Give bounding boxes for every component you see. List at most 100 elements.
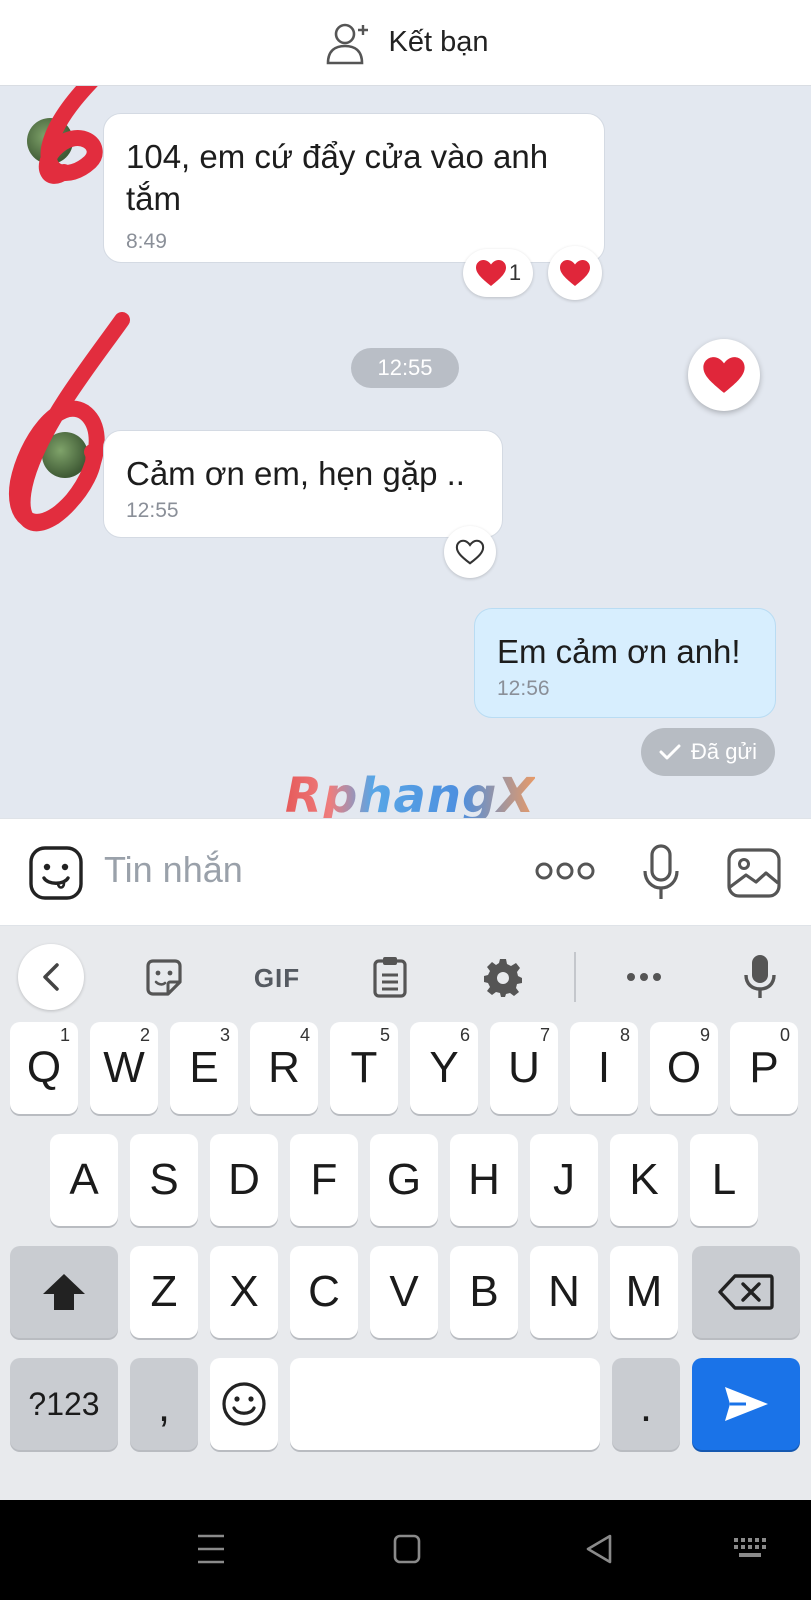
key-r[interactable]: R4: [250, 1022, 318, 1114]
key-i[interactable]: I8: [570, 1022, 638, 1114]
menu-nav-button[interactable]: [196, 1532, 226, 1571]
reaction-count: 1: [508, 260, 522, 285]
heart-icon: [475, 260, 506, 286]
message-bubble[interactable]: Cảm ơn em, hẹn gặp .. 12:55: [103, 430, 503, 538]
message-text: 104, em cứ đẩy cửa vào anh tắm: [126, 138, 549, 217]
sent-status-badge: Đã gửi: [641, 728, 775, 776]
key-n[interactable]: N: [530, 1246, 598, 1338]
gear-icon: [484, 959, 522, 997]
key-a[interactable]: A: [50, 1134, 118, 1226]
message-input[interactable]: Tin nhắn: [104, 849, 243, 891]
message-time: 12:55: [126, 499, 179, 522]
microphone-icon: [744, 955, 776, 998]
react-heart-button[interactable]: [548, 246, 602, 300]
key-c[interactable]: C: [290, 1246, 358, 1338]
send-arrow-icon: [725, 1387, 768, 1421]
keyboard-back-button[interactable]: [18, 944, 84, 1010]
keyboard-voice-button[interactable]: [740, 952, 780, 1002]
heart-icon: [703, 357, 745, 393]
symbols-key[interactable]: ?123: [10, 1358, 118, 1450]
emoji-key[interactable]: [210, 1358, 278, 1450]
reaction-count-badge[interactable]: 1: [463, 249, 533, 297]
gif-button[interactable]: GIF: [250, 960, 304, 996]
home-square-icon: [393, 1534, 421, 1564]
key-d[interactable]: D: [210, 1134, 278, 1226]
key-f[interactable]: F: [290, 1134, 358, 1226]
message-bubble-sent[interactable]: Em cảm ơn anh! 12:56: [474, 608, 776, 718]
add-friend-button[interactable]: Kết bạn: [323, 19, 489, 67]
toolbar-divider: [574, 952, 576, 1002]
key-y[interactable]: Y6: [410, 1022, 478, 1114]
quick-heart-button[interactable]: [688, 339, 760, 411]
keyboard-hide-button[interactable]: [732, 1532, 768, 1571]
backspace-icon: [718, 1274, 774, 1310]
clipboard-icon: [373, 957, 407, 998]
key-t[interactable]: T5: [330, 1022, 398, 1114]
key-b[interactable]: B: [450, 1246, 518, 1338]
key-l[interactable]: L: [690, 1134, 758, 1226]
space-bar[interactable]: [290, 1358, 600, 1450]
watermark-logo: RphangX: [285, 768, 535, 818]
sticker-button[interactable]: [142, 956, 186, 1000]
keyboard-icon: [734, 1538, 766, 1557]
comma-key[interactable]: ,: [130, 1358, 198, 1450]
keyboard-toolbar: GIF: [0, 926, 811, 1026]
check-icon: [659, 744, 681, 760]
key-w[interactable]: W2: [90, 1022, 158, 1114]
keyboard-more-button[interactable]: [626, 970, 662, 984]
key-j[interactable]: J: [530, 1134, 598, 1226]
send-key[interactable]: [692, 1358, 800, 1450]
key-z[interactable]: Z: [130, 1246, 198, 1338]
image-icon: [727, 848, 781, 898]
key-m[interactable]: M: [610, 1246, 678, 1338]
smiley-icon: [222, 1382, 266, 1426]
key-g[interactable]: G: [370, 1134, 438, 1226]
more-horizontal-icon: [627, 973, 661, 981]
back-triangle-icon: [586, 1534, 612, 1564]
keyboard-settings-button[interactable]: [482, 956, 524, 998]
backspace-key[interactable]: [692, 1246, 800, 1338]
more-dots-icon: [535, 862, 595, 880]
clipboard-button[interactable]: [370, 954, 410, 1000]
system-nav-bar: [0, 1500, 811, 1600]
chat-area[interactable]: 104, em cứ đẩy cửa vào anh tắm 8:49 1 12…: [0, 86, 811, 818]
menu-lines-icon: [198, 1534, 224, 1564]
react-heart-button[interactable]: [444, 526, 496, 578]
voice-message-button[interactable]: [642, 843, 680, 908]
key-p[interactable]: P0: [730, 1022, 798, 1114]
shift-arrow-icon: [43, 1274, 85, 1310]
key-s[interactable]: S: [130, 1134, 198, 1226]
sticker-icon: [146, 959, 182, 996]
more-options-button[interactable]: [534, 859, 596, 888]
sent-status-label: Đã gửi: [690, 739, 758, 764]
key-e[interactable]: E3: [170, 1022, 238, 1114]
key-h[interactable]: H: [450, 1134, 518, 1226]
message-time: 12:56: [497, 677, 550, 700]
back-nav-button[interactable]: [584, 1532, 614, 1571]
key-o[interactable]: O9: [650, 1022, 718, 1114]
on-screen-keyboard: GIF Q1 W2 E3 R4 T 5 Y 6 U 7 I 8 O 9 P 0 …: [0, 926, 811, 1500]
key-u[interactable]: U7: [490, 1022, 558, 1114]
sticker-smile-icon: [29, 846, 83, 900]
gallery-button[interactable]: [726, 847, 782, 904]
key-x[interactable]: X: [210, 1246, 278, 1338]
time-separator: 12:55: [351, 348, 459, 388]
home-nav-button[interactable]: [392, 1532, 422, 1571]
add-user-icon: [326, 23, 368, 64]
heart-icon: [560, 260, 590, 286]
message-text: Cảm ơn em, hẹn gặp ..: [126, 455, 465, 492]
period-key[interactable]: .: [612, 1358, 680, 1450]
header-bar: Kết bạn: [0, 0, 811, 86]
heart-outline-icon: [455, 539, 485, 565]
key-q[interactable]: Q1: [10, 1022, 78, 1114]
microphone-icon: [643, 844, 679, 899]
message-bubble[interactable]: 104, em cứ đẩy cửa vào anh tắm 8:49: [103, 113, 605, 263]
key-v[interactable]: V: [370, 1246, 438, 1338]
add-friend-label: Kết bạn: [388, 26, 489, 58]
key-k[interactable]: K: [610, 1134, 678, 1226]
shift-key[interactable]: [10, 1246, 118, 1338]
message-composer: Tin nhắn: [0, 818, 811, 926]
chevron-left-icon: [43, 963, 59, 991]
emoji-button[interactable]: [28, 845, 84, 906]
message-text: Em cảm ơn anh!: [497, 633, 741, 670]
